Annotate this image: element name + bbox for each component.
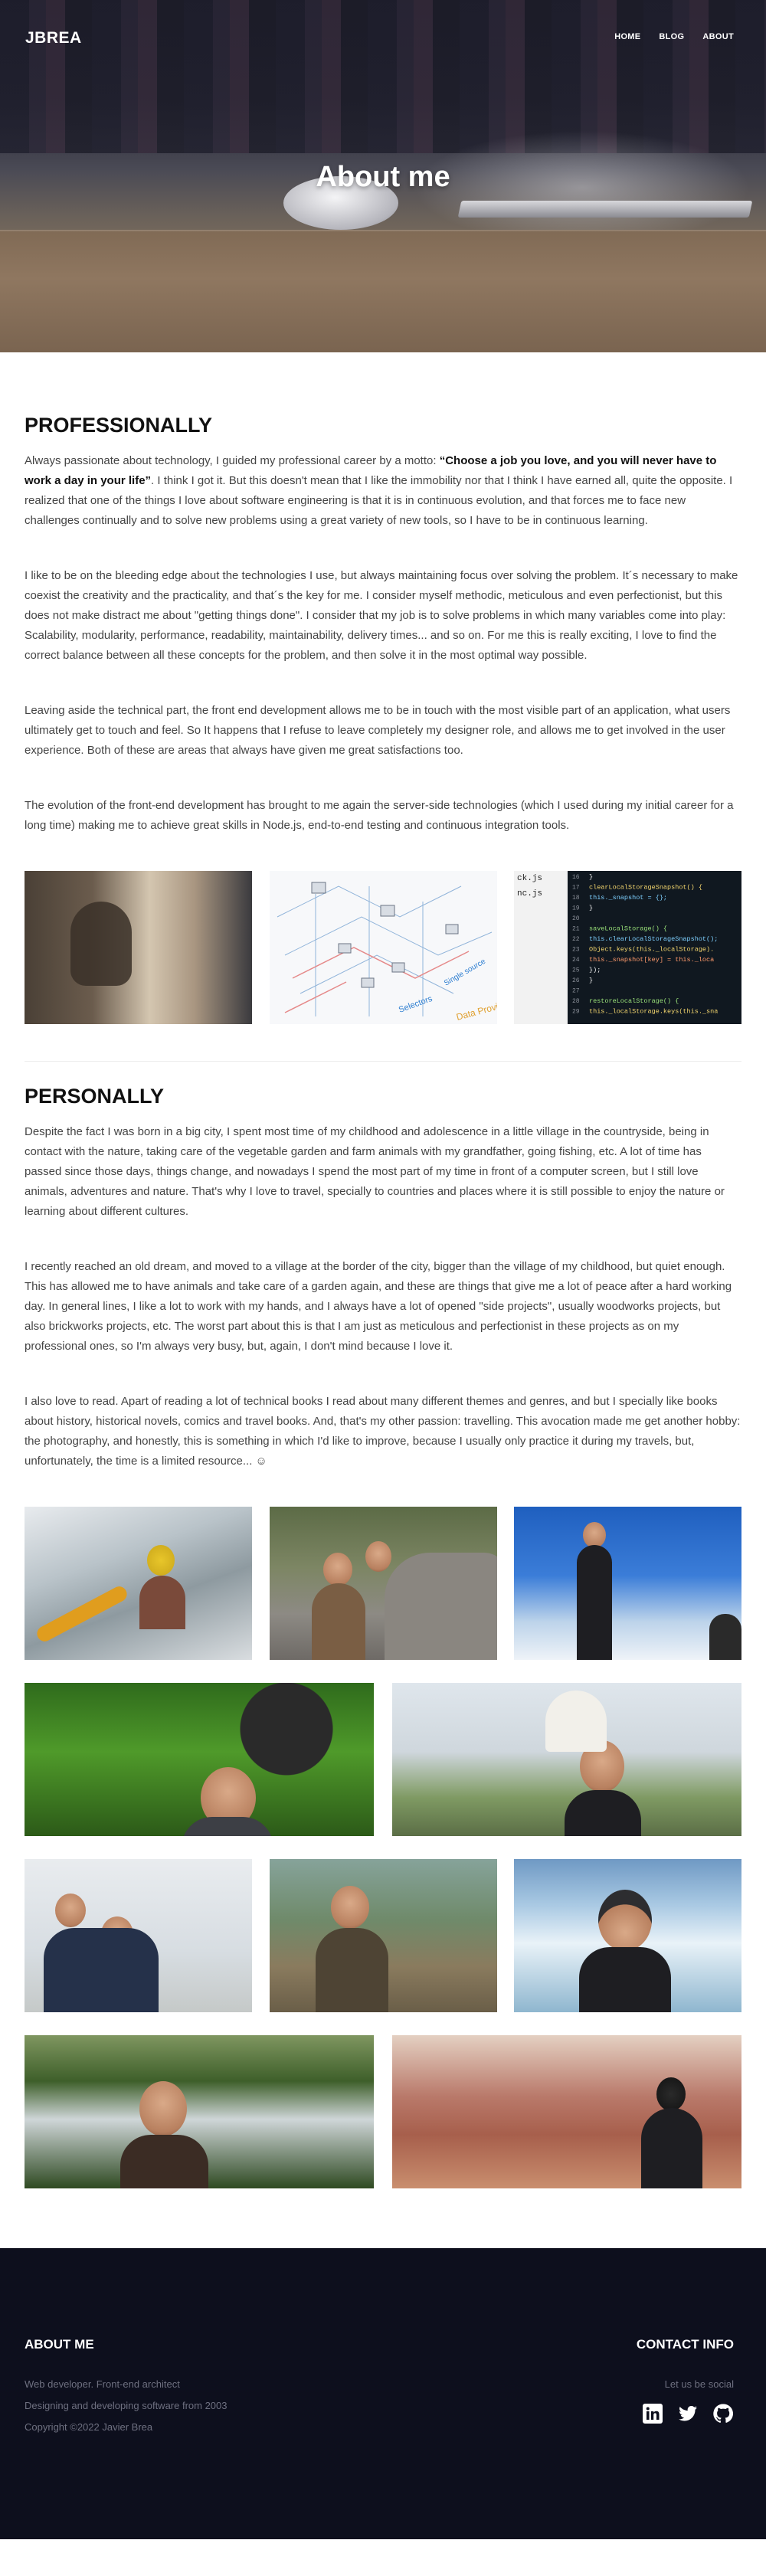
- code-line: });: [589, 967, 601, 974]
- personally-paragraph-1: Despite the fact I was born in a big cit…: [25, 1125, 725, 1218]
- code-line-number: 29: [572, 1009, 580, 1016]
- code-line-number: 23: [572, 947, 580, 954]
- personally-heading: PERSONALLY: [25, 1085, 165, 1108]
- code-line-number: 28: [572, 998, 580, 1005]
- photo-code-editor[interactable]: ck.js nc.js 16 17 18 19 20 21 22 23 24 25 26 27 28 29…: [514, 871, 741, 1024]
- nav-menu: HOME BLOG ABOUT: [605, 32, 743, 41]
- code-line-number: 21: [572, 926, 580, 933]
- footer-about: ABOUT ME Web developer. Front-end archit…: [25, 2337, 228, 2438]
- personally-paragraph-3: I also love to read. Apart of reading a …: [25, 1395, 741, 1468]
- photo-working-desk[interactable]: [25, 871, 252, 1024]
- nav-item-about[interactable]: ABOUT: [693, 32, 743, 41]
- code-file-2: nc.js: [517, 889, 542, 898]
- code-line: }: [589, 873, 593, 881]
- photo-waterfalls[interactable]: [25, 2035, 374, 2188]
- photo-taj-mahal[interactable]: [392, 1683, 741, 1836]
- hero-laptop-image: [457, 201, 753, 218]
- page-title: About me: [316, 161, 450, 193]
- code-line: this._snapshot[key] = this._loca: [589, 956, 714, 964]
- footer-about-line-2: Designing and developing software from 2…: [25, 2400, 228, 2411]
- footer-about-line-1: Web developer. Front-end architect: [25, 2378, 180, 2390]
- diagram-label-single-source: Single source: [443, 957, 487, 988]
- footer-about-title: ABOUT ME: [25, 2337, 94, 2352]
- code-line-number: 22: [572, 936, 580, 943]
- diagram-label-data-provider: Data Provi: [455, 1001, 497, 1023]
- code-line: }: [589, 977, 593, 984]
- photo-andes-mountains[interactable]: [269, 1859, 497, 2012]
- personally-section: PERSONALLY Despite the fact I was born i…: [25, 1085, 741, 2188]
- code-line-number: 27: [572, 988, 580, 995]
- travel-gallery-row-2: [25, 1683, 741, 1836]
- code-line-number: 19: [572, 905, 580, 912]
- section-divider: [25, 1061, 741, 1062]
- hero-banner: JBREA HOME BLOG ABOUT About me: [0, 0, 766, 352]
- photo-desert[interactable]: [392, 2035, 741, 2188]
- code-line-number: 20: [572, 915, 580, 922]
- diagram-label-selectors: Selectors: [397, 994, 434, 1015]
- code-line-number: 17: [572, 885, 580, 892]
- code-line-number: 24: [572, 957, 580, 964]
- footer-contact-subtitle: Let us be social: [664, 2378, 734, 2390]
- travel-gallery-row-3: [25, 1859, 741, 2012]
- github-icon[interactable]: [712, 2403, 734, 2424]
- photo-elephant[interactable]: [269, 1507, 497, 1660]
- nav-item-home[interactable]: HOME: [605, 32, 650, 41]
- travel-gallery-row-4: [25, 2035, 741, 2188]
- code-line: clearLocalStorageSnapshot() {: [589, 884, 702, 892]
- footer-contact-title: CONTACT INFO: [636, 2337, 734, 2352]
- professionally-paragraph-3: Leaving aside the technical part, the fr…: [25, 704, 731, 757]
- photo-architecture-diagram[interactable]: Selectors Single source Data Provi: [269, 871, 497, 1024]
- twitter-icon[interactable]: [677, 2403, 699, 2424]
- footer-copyright: Copyright ©2022 Javier Brea: [25, 2421, 153, 2433]
- code-line-number: 18: [572, 895, 580, 902]
- code-file-1: ck.js: [517, 874, 542, 883]
- code-line: restoreLocalStorage() {: [589, 997, 679, 1005]
- professionally-paragraph-2: I like to be on the bleeding edge about …: [25, 569, 738, 662]
- professional-gallery: Selectors Single source Data Provi ck.js…: [25, 871, 741, 1024]
- photo-paragliding[interactable]: [25, 1859, 252, 2012]
- site-logo[interactable]: JBREA: [25, 29, 82, 47]
- code-line: this.clearLocalStorageSnapshot();: [589, 935, 718, 943]
- photo-glacier[interactable]: [514, 1859, 741, 2012]
- professionally-heading: PROFESSIONALLY: [25, 414, 213, 437]
- code-line: this._snapshot = {};: [589, 894, 667, 902]
- photo-kayaking[interactable]: [25, 1507, 252, 1660]
- site-footer: ABOUT ME Web developer. Front-end archit…: [0, 2248, 766, 2539]
- linkedin-icon[interactable]: [642, 2403, 663, 2424]
- social-links: [637, 2403, 734, 2424]
- code-line: Object.keys(this._localStorage).: [589, 946, 714, 954]
- code-line-number: 16: [572, 874, 580, 881]
- code-line: }: [589, 905, 593, 912]
- professionally-paragraph-4: The evolution of the front-end developme…: [25, 799, 734, 832]
- hero-desk: [0, 230, 766, 352]
- travel-gallery-row-1: [25, 1507, 741, 1660]
- top-navigation: JBREA HOME BLOG ABOUT: [0, 0, 766, 77]
- footer-contact: CONTACT INFO Let us be social: [637, 2337, 734, 2424]
- code-line: saveLocalStorage() {: [589, 925, 667, 933]
- professionally-paragraph-1: Always passionate about technology, I gu…: [25, 454, 733, 527]
- code-line-number: 26: [572, 977, 580, 984]
- personally-paragraph-2: I recently reached an old dream, and mov…: [25, 1260, 732, 1353]
- photo-mountain-summit[interactable]: [514, 1507, 741, 1660]
- code-line-number: 25: [572, 967, 580, 974]
- photo-gorilla[interactable]: [25, 1683, 374, 1836]
- code-line: this._localStorage.keys(this._sna: [589, 1008, 718, 1016]
- nav-item-blog[interactable]: BLOG: [650, 32, 693, 41]
- professionally-section: PROFESSIONALLY Always passionate about t…: [25, 352, 741, 1024]
